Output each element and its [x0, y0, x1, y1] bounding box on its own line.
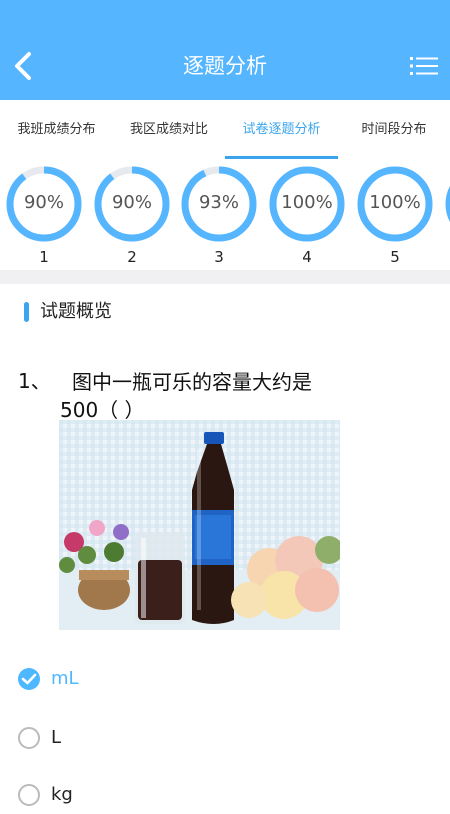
- radio-checked-icon: [18, 668, 40, 690]
- option-label: L: [51, 727, 62, 748]
- question-number-label: 3: [214, 248, 224, 266]
- score-percent: 90%: [111, 192, 152, 213]
- question-score-ring[interactable]: 100% 4: [268, 165, 346, 266]
- option-label: kg: [51, 784, 73, 805]
- active-tab-indicator: [225, 156, 338, 159]
- section-accent-bar: [24, 302, 29, 322]
- tab-district-comparison[interactable]: 我区成绩对比: [113, 100, 225, 160]
- question-number: 1、: [18, 369, 51, 393]
- question-number-label: 1: [39, 248, 49, 266]
- question-text: 图中一瓶可乐的容量大约是 500（ ）: [60, 368, 390, 424]
- score-percent: 100%: [369, 192, 421, 213]
- option-kg[interactable]: kg: [18, 784, 118, 814]
- tab-class-score-distribution[interactable]: 我班成绩分布: [0, 100, 113, 160]
- list-icon: [410, 57, 438, 75]
- question-score-ring[interactable]: 90% 1: [5, 165, 83, 266]
- app-header: 逐题分析: [0, 0, 450, 100]
- radio-unchecked-icon: [18, 727, 40, 749]
- question-score-ring[interactable]: 93% 3: [180, 165, 258, 266]
- tab-time-distribution[interactable]: 时间段分布: [338, 100, 450, 160]
- question-score-ring[interactable]: 90% 2: [93, 165, 171, 266]
- score-percent: 93%: [198, 192, 239, 213]
- page-title: 逐题分析: [183, 54, 267, 78]
- score-percent: 100%: [281, 192, 333, 213]
- question-number-label: 5: [390, 248, 400, 266]
- section-title: 试题概览: [40, 301, 112, 322]
- option-l[interactable]: L: [18, 727, 118, 757]
- question-number-label: 4: [302, 248, 312, 266]
- question-text-line1: 图中一瓶可乐的容量大约是: [72, 370, 312, 394]
- option-ml[interactable]: mL: [18, 668, 118, 698]
- question-score-rings: 90% 1 90% 2 93% 3 100% 4 100% 5: [0, 160, 450, 270]
- option-label: mL: [51, 668, 79, 689]
- score-percent: 90%: [23, 192, 64, 213]
- question-score-ring[interactable]: 100% 5: [356, 165, 434, 266]
- menu-button[interactable]: [410, 54, 438, 78]
- question-number-label: 2: [127, 248, 137, 266]
- tab-bar: 我班成绩分布 我区成绩对比 试卷逐题分析 时间段分布: [0, 100, 450, 160]
- section-divider: [0, 270, 450, 284]
- tab-question-analysis[interactable]: 试卷逐题分析: [225, 100, 338, 160]
- cola-bottle-photo: [59, 420, 340, 630]
- next-ring-partial: [444, 165, 450, 265]
- radio-unchecked-icon: [18, 784, 40, 806]
